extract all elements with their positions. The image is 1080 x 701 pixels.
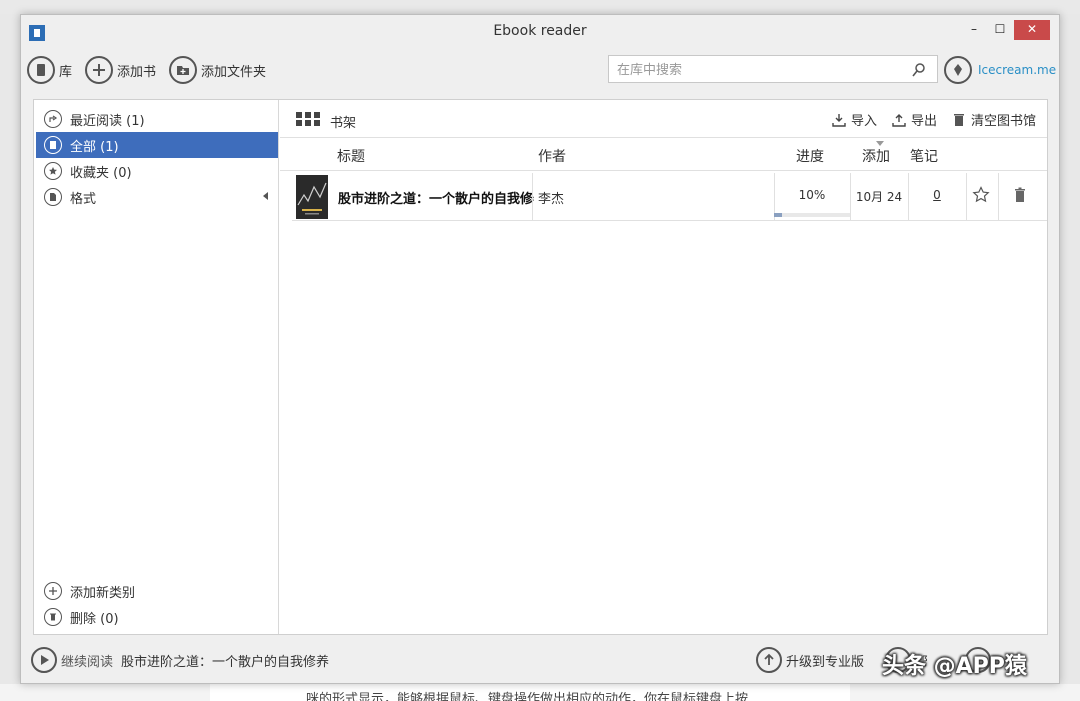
book-title[interactable]: 股市进阶之道：一个散户的自我修养 (338, 188, 534, 207)
title-bar: Ebook reader – ☐ ✕ (21, 15, 1059, 47)
grid-view-icon[interactable] (296, 112, 320, 126)
play-icon (31, 647, 57, 673)
sidebar-item-recent[interactable]: 最近阅读 (1) (36, 106, 278, 132)
file-icon (44, 188, 62, 206)
column-notes[interactable]: 笔记 (910, 146, 938, 166)
bookshelf-content: 书架 导入 导出 清空图书馆 标题 作者 进度 添加 笔记 股市进阶之道：一个散… (280, 100, 1047, 634)
library-label: 库 (59, 64, 73, 80)
plus-icon (44, 582, 62, 600)
progress-bar-fill (774, 213, 782, 217)
sidebar-item-all[interactable]: 全部 (1) (36, 132, 278, 158)
book-cover[interactable] (296, 175, 328, 219)
library-panel: 最近阅读 (1) 全部 (1) 收藏夹 (0) 格式 添加新类别 删除 (0) … (33, 99, 1048, 635)
main-toolbar: 库 添加书 添加文件夹 Icecream.me (21, 53, 1059, 89)
delete-category-button[interactable]: 删除 (0) (36, 604, 278, 630)
background-article: 咪的形式显示，能够根据鼠标、键盘操作做出相应的动作，你在鼠标键盘上按 (0, 684, 1080, 701)
add-folder-button[interactable]: 添加文件夹 (169, 55, 266, 85)
share-icon (44, 110, 62, 128)
progress-bar (774, 213, 850, 217)
cell-divider (998, 173, 999, 220)
continue-reading-button[interactable]: 继续阅读 股市进阶之道：一个散户的自我修养 (31, 647, 329, 673)
background-top (0, 0, 1080, 14)
shelf-toolbar: 书架 导入 导出 清空图书馆 (280, 100, 1047, 138)
continue-reading-label: 继续阅读 (61, 654, 114, 670)
arrow-up-icon (756, 647, 782, 673)
import-button[interactable]: 导入 (832, 110, 877, 129)
icecream-logo-icon (944, 56, 972, 84)
trash-icon (44, 608, 62, 626)
watermark: 头条 @APP猿 (882, 654, 1027, 679)
sidebar-item-favorites[interactable]: 收藏夹 (0) (36, 158, 278, 184)
sidebar-item-label: 全部 (1) (70, 139, 119, 155)
library-icon (27, 56, 55, 84)
column-author[interactable]: 作者 (538, 146, 566, 166)
library-button[interactable]: 库 (27, 55, 72, 85)
book-author: 李杰 (538, 192, 565, 207)
shelf-label: 书架 (330, 116, 357, 131)
brand-link[interactable]: Icecream.me (944, 55, 1056, 85)
book-added-date: 10月 24 (855, 190, 903, 204)
background-article-text: 咪的形式显示，能够根据鼠标、键盘操作做出相应的动作，你在鼠标键盘上按 (306, 692, 749, 701)
clear-library-button[interactable]: 清空图书馆 (952, 110, 1036, 129)
library-search[interactable] (608, 55, 938, 83)
delete-book-icon[interactable] (1012, 187, 1028, 203)
minimize-button[interactable]: – (961, 20, 987, 40)
close-button[interactable]: ✕ (1014, 20, 1050, 40)
search-input[interactable] (617, 60, 897, 80)
download-icon (832, 113, 846, 127)
plus-icon (85, 56, 113, 84)
expand-arrow-icon[interactable] (263, 192, 268, 200)
sidebar-item-formats[interactable]: 格式 (36, 184, 278, 210)
column-progress[interactable]: 进度 (796, 146, 824, 166)
column-title[interactable]: 标题 (337, 146, 365, 166)
export-label: 导出 (911, 114, 938, 129)
upload-icon (892, 113, 906, 127)
add-folder-label: 添加文件夹 (201, 64, 267, 80)
sidebar-item-label: 最近阅读 (1) (70, 113, 145, 129)
table-row[interactable]: 股市进阶之道：一个散户的自我修养 李杰 10% 10月 24 0 (292, 173, 1047, 221)
import-label: 导入 (851, 114, 878, 129)
category-sidebar: 最近阅读 (1) 全部 (1) 收藏夹 (0) 格式 添加新类别 删除 (0) (34, 100, 279, 634)
add-category-label: 添加新类别 (70, 585, 136, 601)
delete-category-label: 删除 (0) (70, 611, 119, 627)
cell-divider (532, 173, 533, 220)
background-right (1060, 14, 1080, 684)
clear-library-label: 清空图书馆 (971, 114, 1037, 129)
background-left (0, 14, 20, 684)
add-category-button[interactable]: 添加新类别 (36, 578, 278, 604)
add-book-button[interactable]: 添加书 (85, 55, 156, 85)
cell-divider (966, 173, 967, 220)
sidebar-item-label: 格式 (70, 191, 97, 207)
book-notes-link[interactable]: 0 (908, 188, 966, 202)
window-title: Ebook reader (493, 23, 587, 39)
search-icon[interactable] (911, 62, 927, 78)
upgrade-button[interactable]: 升级到专业版 (756, 647, 864, 673)
star-icon (44, 162, 62, 180)
upgrade-label: 升级到专业版 (786, 654, 865, 670)
trash-icon (954, 113, 964, 126)
brand-link-text[interactable]: Icecream.me (978, 63, 1056, 77)
export-button[interactable]: 导出 (892, 110, 937, 129)
book-progress: 10% (798, 188, 826, 202)
book-icon (44, 136, 62, 154)
add-book-label: 添加书 (117, 64, 157, 80)
maximize-button[interactable]: ☐ (987, 20, 1013, 40)
table-header: 标题 作者 进度 添加 笔记 (280, 139, 1047, 171)
favorite-star-icon[interactable] (972, 186, 990, 204)
ebook-reader-window: Ebook reader – ☐ ✕ 库 添加书 添加文件夹 在库中搜索 Ice… (20, 14, 1060, 684)
folder-icon (169, 56, 197, 84)
column-added[interactable]: 添加 (862, 146, 890, 166)
sidebar-item-label: 收藏夹 (0) (70, 165, 132, 181)
current-book-title: 股市进阶之道：一个散户的自我修养 (121, 654, 330, 670)
